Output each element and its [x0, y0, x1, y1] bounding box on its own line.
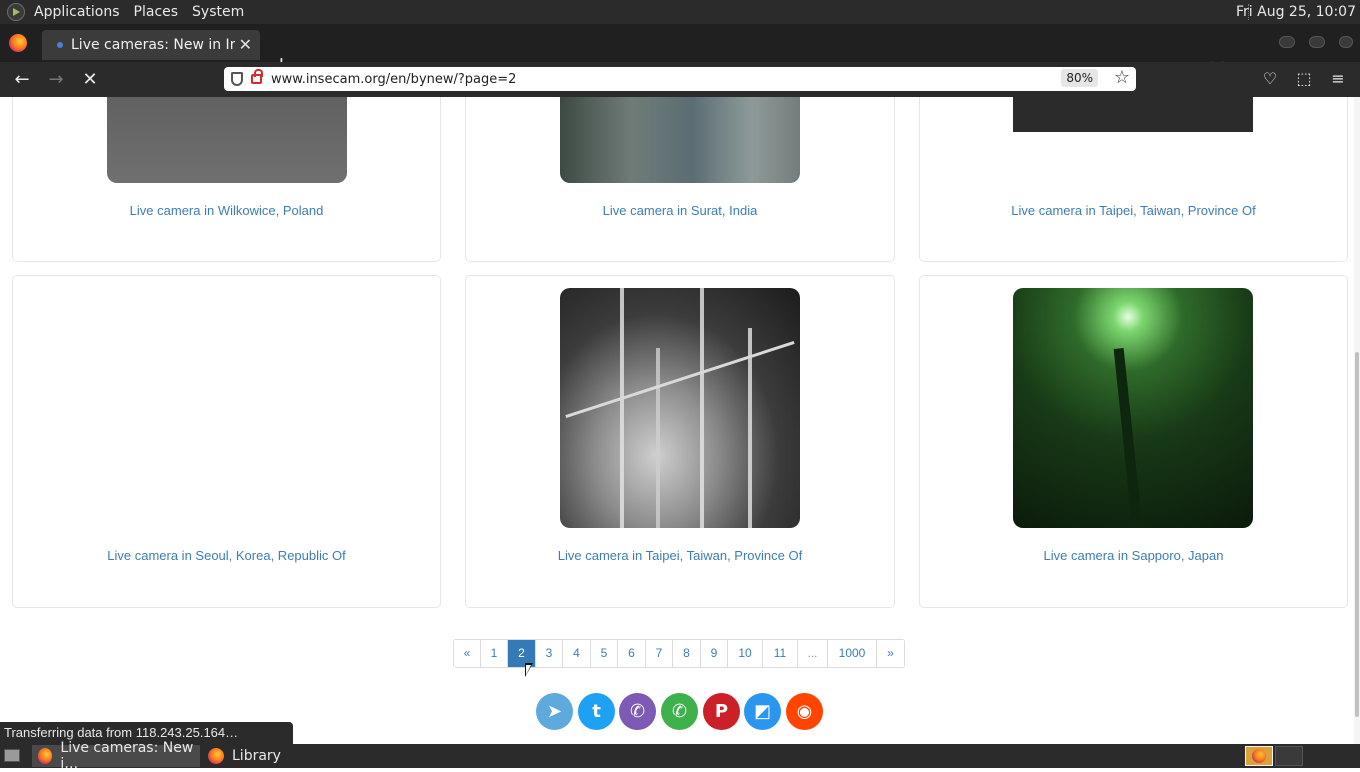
clock[interactable]: Fri Aug 25, 10:07 [1236, 4, 1356, 20]
camera-link[interactable]: Live camera in Wilkowice, Poland [13, 203, 440, 218]
taskbar-item-label: Library [232, 748, 281, 764]
maximize-window-icon[interactable] [1309, 36, 1325, 48]
minimize-window-icon[interactable] [1279, 36, 1295, 48]
pocket-icon[interactable]: ♡ [1261, 70, 1279, 88]
camera-card: Live camera in Sapporo, Japan [919, 275, 1348, 608]
taskbar-item-library[interactable]: Library [202, 745, 322, 767]
pagination-next[interactable]: » [877, 640, 904, 667]
camera-card: Live camera in Taipei, Taiwan, Province … [465, 275, 895, 608]
zoom-level-button[interactable]: 80% [1061, 69, 1098, 87]
insecure-lock-icon[interactable] [251, 69, 263, 84]
camera-thumbnail[interactable] [1013, 97, 1253, 132]
tab-title: Live cameras: New in Insecam [71, 37, 235, 53]
camera-link[interactable]: Live camera in Sapporo, Japan [920, 548, 1347, 563]
tab-loading-icon [57, 42, 63, 48]
camera-thumbnail[interactable] [560, 288, 800, 528]
pagination-page[interactable]: 8 [673, 640, 701, 667]
viber-share-icon[interactable]: ✆ [619, 693, 656, 730]
stop-loading-button[interactable]: ✕ [78, 68, 102, 92]
forward-button[interactable]: → [44, 68, 68, 92]
workspace-1[interactable] [1245, 746, 1273, 766]
system-menu[interactable]: System [192, 4, 244, 20]
hamburger-menu-icon[interactable]: ≡ [1329, 70, 1347, 88]
camera-card: Live camera in Wilkowice, Poland [12, 97, 441, 262]
firefox-icon [1252, 749, 1266, 763]
address-bar[interactable]: www.insecam.org/en/bynew/?page=2 80% ☆ [224, 67, 1136, 91]
camera-link[interactable]: Live camera in Taipei, Taiwan, Province … [466, 548, 894, 563]
reddit-share-icon[interactable]: ◉ [786, 693, 823, 730]
camera-thumbnail[interactable] [107, 97, 347, 183]
camera-link[interactable]: Live camera in Surat, India [466, 203, 894, 218]
taskbar-item-firefox[interactable]: Live cameras: New i… [32, 740, 200, 772]
camera-thumbnail[interactable] [560, 97, 800, 183]
mouse-cursor-icon [525, 663, 533, 677]
tab-close-icon[interactable]: ✕ [239, 35, 252, 54]
delicious-share-icon[interactable]: ◩ [744, 693, 781, 730]
firefox-icon [208, 748, 224, 764]
pagination-page[interactable]: 10 [728, 640, 763, 667]
bookmark-star-icon[interactable]: ☆ [1114, 67, 1130, 88]
page-content: Live camera in Wilkowice, Poland Live ca… [0, 97, 1354, 744]
pagination-page[interactable]: 1 [481, 640, 508, 667]
tab-live-cameras[interactable]: Live cameras: New in Insecam ✕ [42, 30, 260, 60]
back-button[interactable]: ← [10, 68, 34, 92]
system-logo-icon[interactable] [7, 3, 25, 21]
pagination: « 1 2 3 4 5 6 7 8 9 10 11 ... 1000 » [453, 639, 905, 668]
camera-link[interactable]: Live camera in Taipei, Taiwan, Province … [920, 203, 1347, 218]
camera-link[interactable]: Live camera in Seoul, Korea, Republic Of [13, 548, 440, 563]
camera-card: Live camera in Surat, India [465, 97, 895, 262]
pagination-page[interactable]: 4 [563, 640, 591, 667]
pagination-page[interactable]: 5 [591, 640, 618, 667]
camera-thumbnail[interactable] [1013, 288, 1253, 528]
firefox-icon[interactable] [9, 34, 27, 52]
pagination-page[interactable]: 9 [701, 640, 728, 667]
pagination-page[interactable]: 7 [646, 640, 673, 667]
top-panel: Applications Places System Fri Aug 25, 1… [0, 0, 1360, 24]
pagination-page[interactable]: 6 [618, 640, 646, 667]
pagination-ellipsis: ... [798, 640, 828, 667]
workspace-2[interactable] [1275, 746, 1303, 766]
pagination-page[interactable]: 3 [536, 640, 563, 667]
camera-card: Live camera in Taipei, Taiwan, Province … [919, 97, 1348, 262]
page-scrollbar[interactable] [1354, 97, 1360, 744]
applications-menu[interactable]: Applications [34, 4, 120, 20]
extensions-icon[interactable]: ⬚ [1295, 70, 1313, 88]
taskbar-item-label: Live cameras: New i… [60, 740, 194, 772]
tab-strip: Live cameras: New in Insecam ✕ + [0, 24, 1360, 76]
navigation-bar: ← → ✕ www.insecam.org/en/bynew/?page=2 8… [0, 62, 1360, 97]
telegram-share-icon[interactable]: ➤ [536, 693, 573, 730]
show-desktop-icon[interactable] [4, 749, 20, 762]
tracking-protection-shield-icon[interactable] [231, 72, 243, 86]
whatsapp-share-icon[interactable]: ✆ [661, 693, 698, 730]
bottom-taskbar: Live cameras: New i… Library [0, 740, 1360, 772]
url-text[interactable]: www.insecam.org/en/bynew/?page=2 [271, 72, 516, 87]
scrollbar-thumb[interactable] [1355, 352, 1359, 717]
pagination-page[interactable]: 11 [763, 640, 798, 667]
twitter-share-icon[interactable]: t [578, 693, 615, 730]
pinterest-share-icon[interactable]: P [703, 693, 740, 730]
places-menu[interactable]: Places [134, 4, 179, 20]
pagination-page[interactable]: 1000 [828, 640, 877, 667]
close-window-icon[interactable] [1339, 36, 1353, 48]
camera-card: Live camera in Seoul, Korea, Republic Of [12, 275, 441, 608]
pagination-prev[interactable]: « [454, 640, 481, 667]
firefox-icon [38, 748, 53, 764]
